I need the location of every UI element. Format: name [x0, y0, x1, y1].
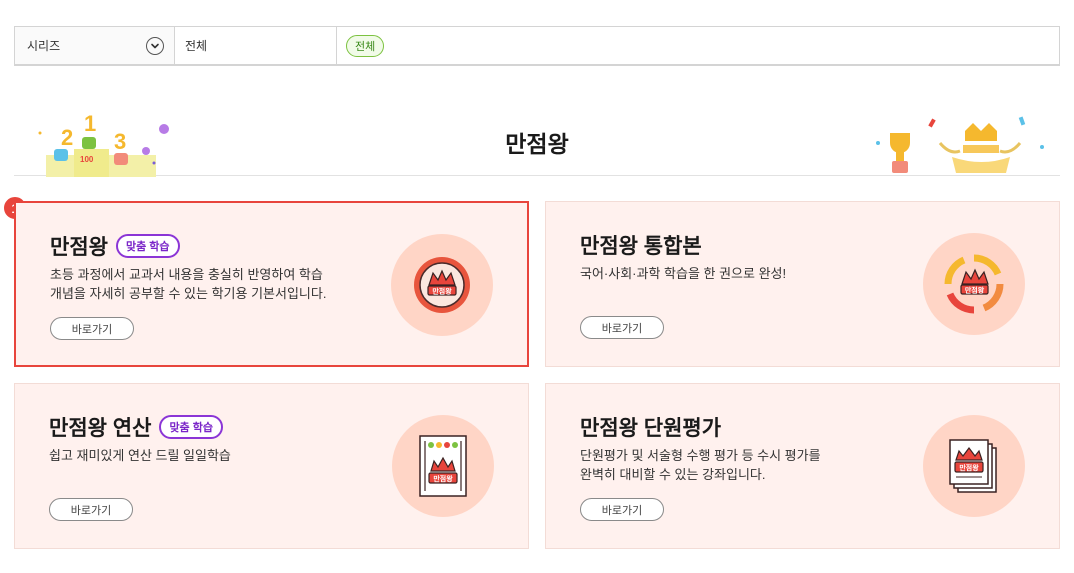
custom-learning-badge: 맞춤 학습	[115, 234, 180, 258]
go-button[interactable]: 바로가기	[49, 498, 133, 521]
card-title-row: 만점왕 통합본	[580, 230, 702, 260]
card-title: 만점왕 연산	[49, 417, 152, 440]
series-card-integrated[interactable]: 만점왕 통합본 국어·사회·과학 학습을 한 권으로 완성! 바로가기 만점왕	[545, 201, 1060, 367]
crown-badge-icon: 만점왕	[391, 234, 493, 336]
series-card-unit-test[interactable]: 만점왕 단원평가 단원평가 및 서술형 수행 평가 등 수시 평가를 완벽히 대…	[545, 383, 1060, 549]
card-title-row: 만점왕 맞춤 학습	[50, 231, 180, 261]
series-card-manjeomwang[interactable]: 만점왕 맞춤 학습 초등 과정에서 교과서 내용을 충실히 반영하여 학습 개념…	[14, 201, 529, 367]
filter-tag-area: 전체	[337, 27, 1059, 64]
card-title-row: 만점왕 단원평가	[580, 412, 721, 442]
description-line: 쉽고 재미있게 연산 드릴 일일학습	[49, 448, 231, 463]
svg-text:만점왕: 만점왕	[432, 287, 452, 296]
crown-abacus-icon: 만점왕	[392, 415, 494, 517]
card-description: 초등 과정에서 교과서 내용을 충실히 반영하여 학습 개념을 자세히 공부할 …	[50, 265, 380, 303]
series-label: 시리즈	[27, 39, 61, 53]
card-title: 만점왕 통합본	[580, 235, 702, 258]
svg-text:만점왕: 만점왕	[959, 463, 979, 472]
series-card-arithmetic[interactable]: 만점왕 연산 맞춤 학습 쉽고 재미있게 연산 드릴 일일학습 바로가기 만점왕	[14, 383, 529, 549]
card-title: 만점왕 단원평가	[580, 417, 722, 440]
filter-bar: 시리즈 전체 전체	[14, 26, 1060, 66]
go-button[interactable]: 바로가기	[580, 316, 664, 339]
description-line: 완벽히 대비할 수 있는 강좌입니다.	[580, 467, 766, 482]
description-line: 초등 과정에서 교과서 내용을 충실히 반영하여 학습	[50, 267, 323, 282]
svg-text:만점왕: 만점왕	[433, 474, 453, 483]
chevron-down-icon[interactable]	[146, 36, 164, 55]
series-dropdown[interactable]: 시리즈	[15, 27, 175, 64]
card-title-row: 만점왕 연산 맞춤 학습	[49, 412, 223, 442]
card-description: 국어·사회·과학 학습을 한 권으로 완성!	[580, 264, 910, 283]
filter-tag-all[interactable]: 전체	[346, 34, 385, 57]
description-line: 단원평가 및 서술형 수행 평가 등 수시 평가를	[580, 448, 821, 463]
card-description: 단원평가 및 서술형 수행 평가 등 수시 평가를 완벽히 대비할 수 있는 강…	[580, 446, 910, 484]
category-label: 전체	[175, 27, 337, 64]
description-line: 국어·사회·과학 학습을 한 권으로 완성!	[580, 266, 787, 281]
custom-learning-badge: 맞춤 학습	[159, 415, 223, 439]
crown-cycle-icon: 만점왕	[923, 233, 1025, 335]
svg-text:만점왕: 만점왕	[965, 286, 985, 295]
trophy-illustration-icon	[876, 116, 1044, 173]
go-button[interactable]: 바로가기	[580, 498, 664, 521]
go-button[interactable]: 바로가기	[50, 317, 134, 340]
description-line: 개념을 자세히 공부할 수 있는 학기용 기본서입니다.	[50, 286, 327, 301]
series-banner: 2 1 3 100 만점왕	[14, 105, 1060, 177]
crown-papers-icon: 만점왕	[923, 415, 1025, 517]
card-title: 만점왕	[50, 236, 108, 259]
card-description: 쉽고 재미있게 연산 드릴 일일학습	[49, 446, 379, 465]
